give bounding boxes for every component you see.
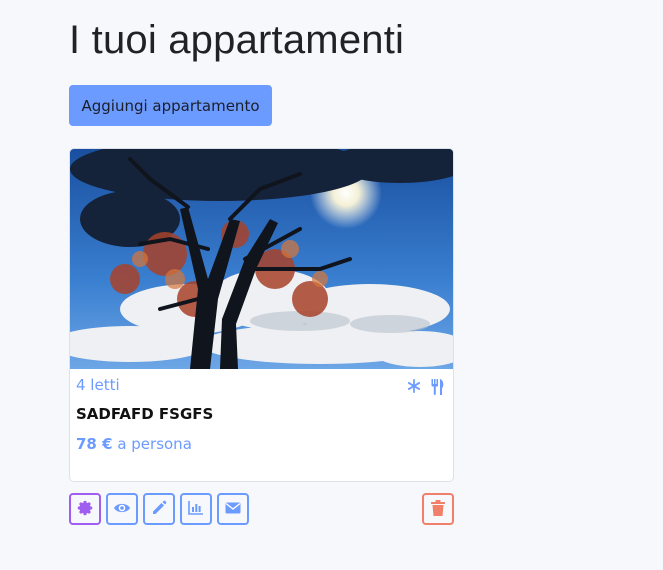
page-title: I tuoi appartamenti	[69, 18, 405, 62]
price-line: 78 € a persona	[76, 434, 447, 454]
view-button[interactable]	[106, 493, 138, 525]
badge-button[interactable]	[69, 493, 101, 525]
price-suffix: a persona	[112, 435, 192, 453]
stats-button[interactable]	[180, 493, 212, 525]
pencil-icon	[151, 500, 167, 519]
amenities	[407, 379, 445, 395]
utensils-icon	[431, 379, 445, 395]
apartment-card[interactable]: 4 letti SADFAFD FSGFS 78 € a persona	[69, 148, 454, 482]
apartment-name: SADFAFD FSGFS	[76, 405, 214, 423]
delete-button[interactable]	[422, 493, 454, 525]
beds-count: 4 letti	[76, 376, 120, 394]
price-value: 78 €	[76, 435, 113, 453]
edit-button[interactable]	[143, 493, 175, 525]
card-actions	[69, 493, 454, 525]
apartment-photo	[70, 149, 453, 369]
add-apartment-button[interactable]: Aggiungi appartamento	[69, 85, 272, 126]
trash-icon	[431, 499, 445, 519]
message-button[interactable]	[217, 493, 249, 525]
chart-icon	[188, 500, 204, 518]
snowflake-icon	[407, 379, 421, 395]
badge-icon	[77, 500, 93, 519]
eye-icon	[113, 501, 131, 518]
envelope-icon	[225, 502, 241, 517]
